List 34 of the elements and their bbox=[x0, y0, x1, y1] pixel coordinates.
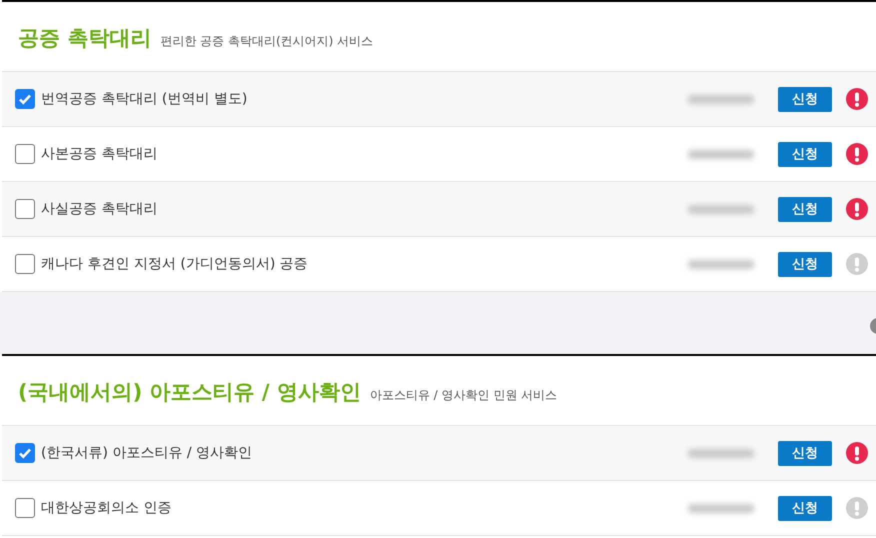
exclamation-icon[interactable] bbox=[846, 442, 868, 464]
apply-button[interactable]: 신청 bbox=[778, 252, 832, 276]
section-title: 공증 촉탁대리 bbox=[18, 25, 152, 52]
blurred-price bbox=[688, 504, 754, 512]
checkmark-icon bbox=[18, 446, 32, 460]
apply-button[interactable]: 신청 bbox=[778, 496, 832, 520]
service-label: 캐나다 후견인 지정서 (가디언동의서) 공증 bbox=[41, 255, 309, 273]
service-label: 번역공증 촉탁대리 (번역비 별도) bbox=[41, 90, 248, 108]
exclamation-icon[interactable] bbox=[846, 198, 868, 220]
blurred-price bbox=[688, 150, 754, 158]
checkbox[interactable] bbox=[15, 89, 35, 109]
service-label: 사본공증 촉탁대리 bbox=[41, 145, 158, 163]
checkbox[interactable] bbox=[15, 254, 35, 274]
section-subtitle: 편리한 공증 촉탁대리(컨시어지) 서비스 bbox=[160, 33, 374, 50]
checkmark-icon bbox=[18, 92, 32, 106]
service-label: 사실공증 촉탁대리 bbox=[41, 200, 158, 218]
apply-button[interactable]: 신청 bbox=[778, 86, 832, 112]
exclamation-icon[interactable] bbox=[846, 88, 868, 110]
section-subtitle: 아포스티유 / 영사확인 민원 서비스 bbox=[370, 387, 558, 404]
checkbox[interactable] bbox=[15, 498, 35, 518]
blurred-price bbox=[688, 448, 754, 458]
exclamation-icon[interactable] bbox=[846, 143, 868, 165]
apply-button[interactable]: 신청 bbox=[778, 142, 832, 166]
checkbox[interactable] bbox=[15, 144, 35, 164]
apply-button[interactable]: 신청 bbox=[778, 440, 832, 466]
checkbox[interactable] bbox=[15, 443, 35, 463]
service-label: (한국서류) 아포스티유 / 영사확인 bbox=[41, 444, 253, 462]
service-label: 대한상공회의소 인증 bbox=[41, 499, 172, 517]
checkbox[interactable] bbox=[15, 199, 35, 219]
blurred-price bbox=[688, 204, 754, 214]
blurred-price bbox=[688, 260, 754, 268]
section-title: (국내에서의) 아포스티유 / 영사확인 bbox=[18, 379, 361, 406]
apply-button[interactable]: 신청 bbox=[778, 196, 832, 222]
blurred-price bbox=[688, 94, 754, 104]
